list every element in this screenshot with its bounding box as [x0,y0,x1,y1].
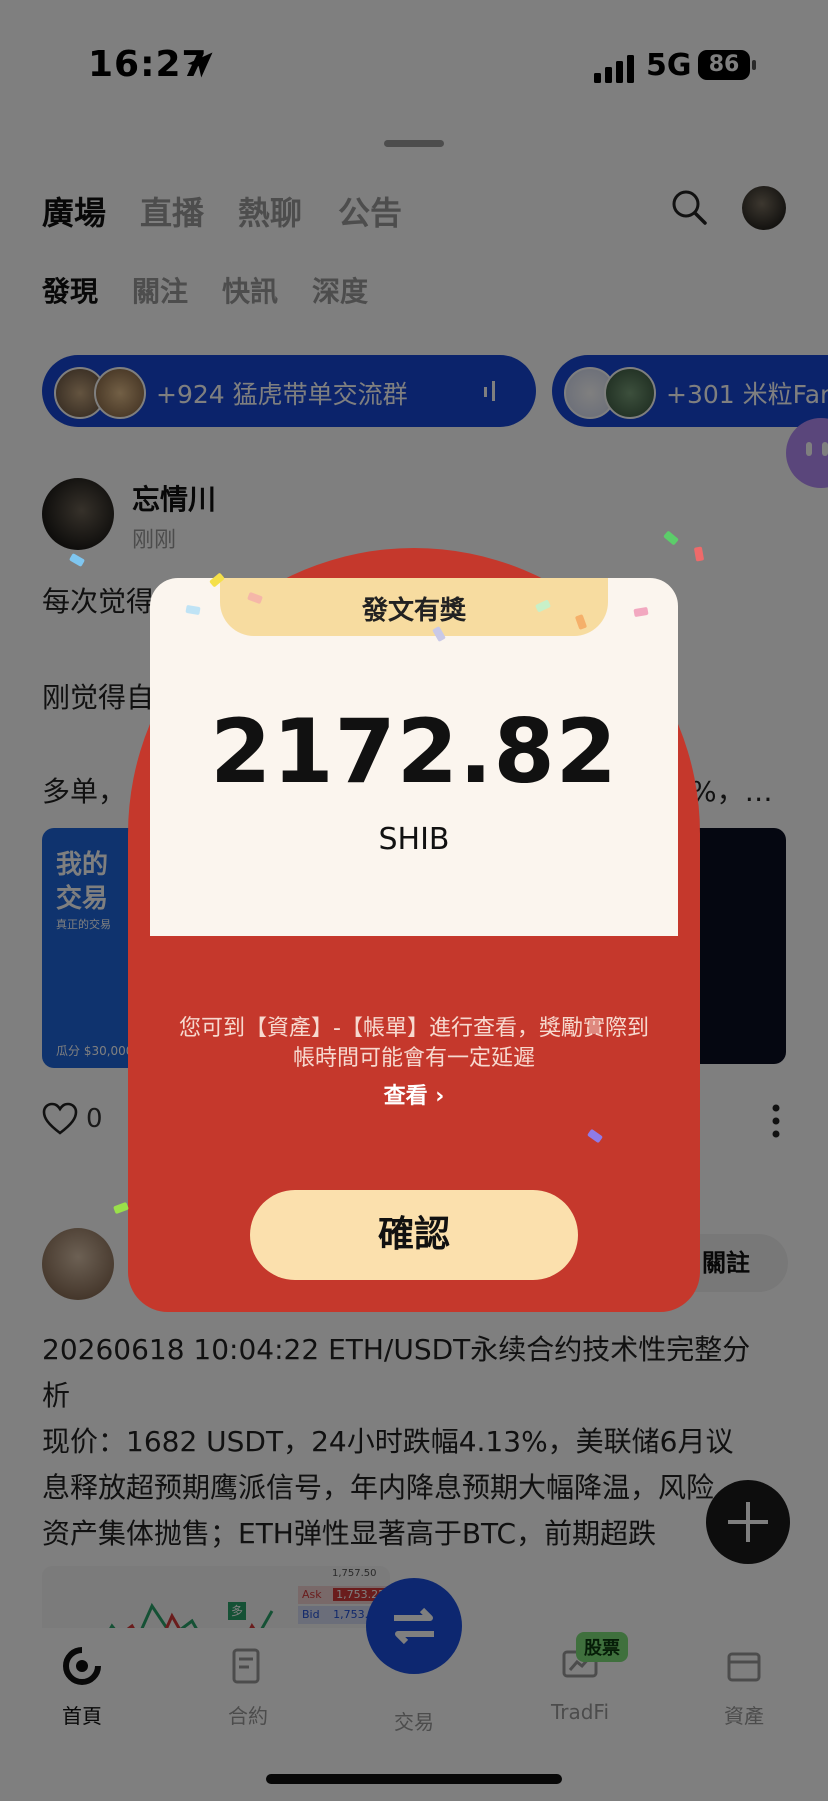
notice-line: 您可到【資產】-【帳單】進行查看，獎勵實際到 [179,1016,649,1041]
reward-notice: 您可到【資產】-【帳單】進行查看，獎勵實際到 帳時間可能會有一定延遲 [150,1014,678,1074]
confirm-button[interactable]: 確認 [250,1190,578,1280]
card-curve [150,876,678,918]
reward-unit: SHIB [378,822,450,857]
modal-title: 發文有獎 [361,596,466,626]
view-details-link[interactable]: 查看 › [150,1078,678,1110]
notice-line: 帳時間可能會有一定延遲 [292,1046,535,1071]
reward-amount: 2172.82 [210,700,618,803]
